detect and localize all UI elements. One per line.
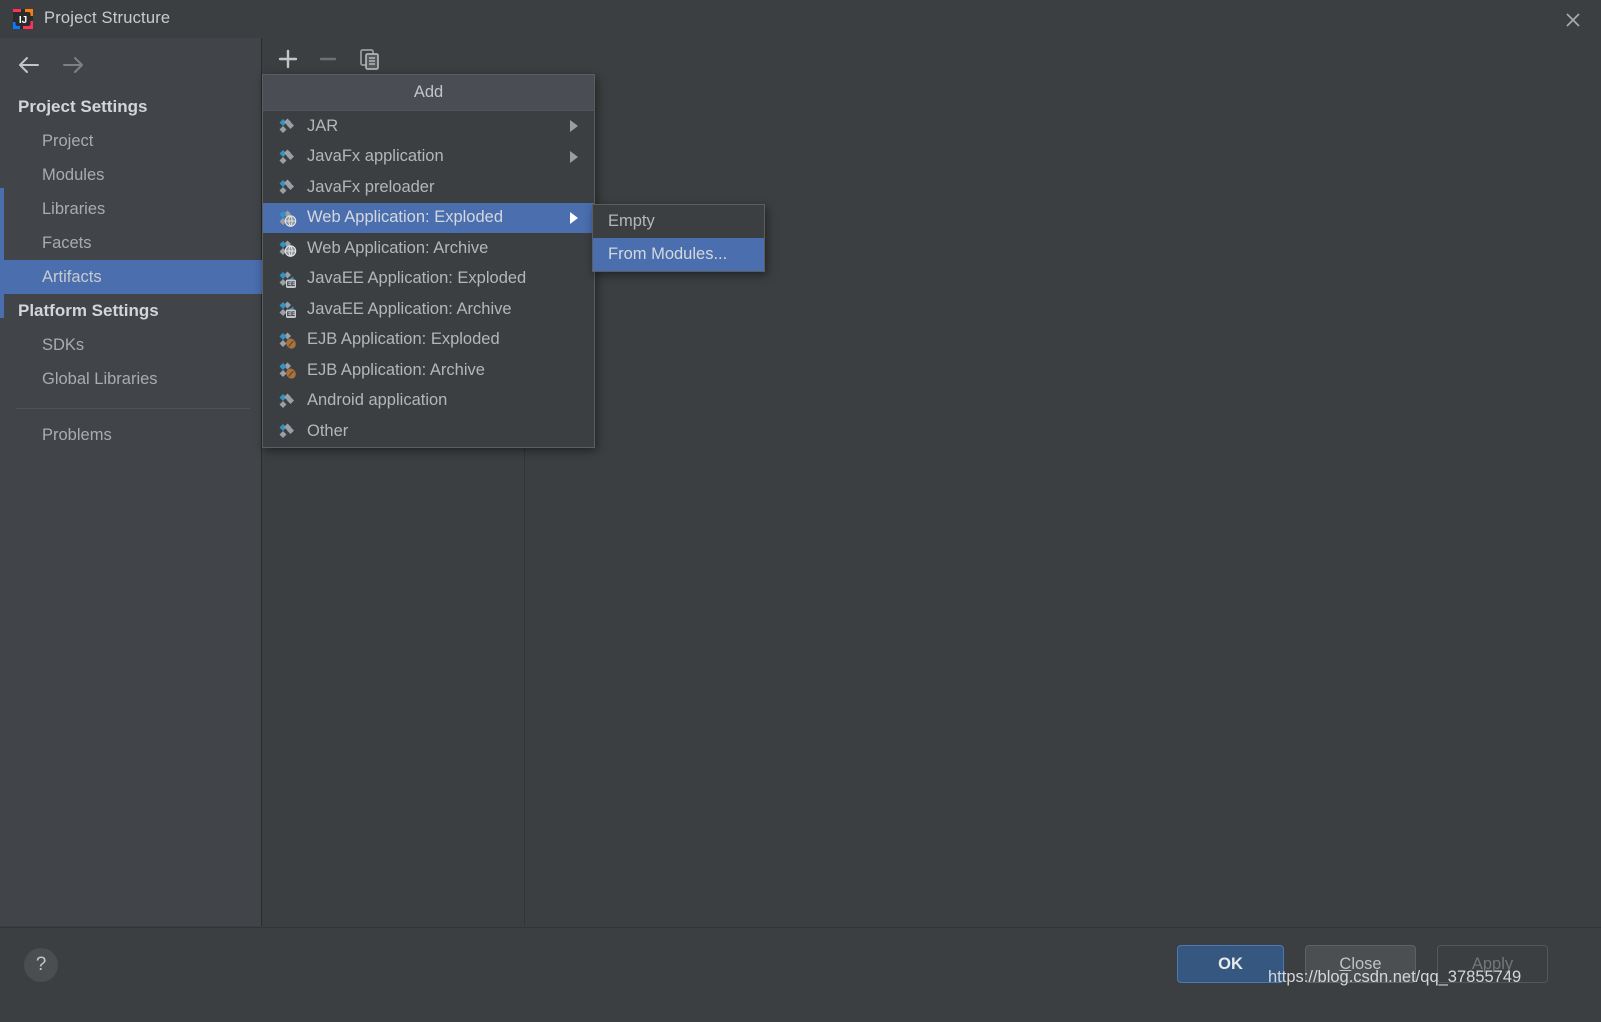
artifact-web-icon (277, 208, 297, 228)
sidebar-item-libraries[interactable]: Libraries (0, 192, 262, 226)
menu-item-web-application-exploded[interactable]: Web Application: Exploded (263, 202, 594, 233)
sidebar-item-sdks[interactable]: SDKs (0, 328, 262, 362)
svg-text:IJ: IJ (19, 15, 27, 26)
copy-icon[interactable] (355, 45, 383, 73)
menu-item-ejb-application-archive[interactable]: EJB Application: Archive (263, 355, 594, 386)
minus-icon (314, 45, 342, 73)
help-icon[interactable]: ? (24, 948, 58, 982)
chevron-right-icon (570, 150, 578, 163)
apply-button-label: Apply (1471, 954, 1514, 973)
artifact-web-icon (277, 238, 297, 258)
svg-text:EE: EE (287, 281, 295, 288)
artifact-icon (277, 391, 297, 411)
ok-button[interactable]: OK (1177, 945, 1284, 983)
menu-item-ejb-application-exploded[interactable]: EJB Application: Exploded (263, 325, 594, 356)
sidebar-item-label: Problems (42, 425, 112, 444)
menu-item-label: Web Application: Exploded (307, 208, 503, 227)
menu-item-label: EJB Application: Exploded (307, 330, 500, 349)
menu-item-label: JavaFx application (307, 147, 444, 166)
sidebar-item-problems[interactable]: Problems (0, 418, 262, 452)
window-title: Project Structure (44, 9, 171, 27)
submenu-item-from-modules[interactable]: From Modules... (593, 238, 764, 271)
chevron-right-icon (570, 211, 578, 224)
artifact-icon (277, 116, 297, 136)
add-artifact-menu: Add JAR JavaFx application JavaFx preloa… (262, 74, 595, 448)
sidebar-item-global-libraries[interactable]: Global Libraries (0, 362, 262, 396)
menu-item-label: Other (307, 421, 349, 440)
chevron-right-icon (570, 120, 578, 133)
web-application-exploded-submenu: Empty From Modules... (592, 204, 765, 272)
menu-item-label: JAR (307, 116, 339, 135)
intellij-idea-logo-icon: IJ (12, 8, 34, 30)
artifact-icon (277, 177, 297, 197)
project-structure-dialog: IJ Project Structure Project Settings Pr… (0, 0, 1601, 1022)
menu-item-javaee-application-archive[interactable]: EE JavaEE Application: Archive (263, 294, 594, 325)
sidebar-item-project[interactable]: Project (0, 124, 262, 158)
apply-button: Apply (1437, 945, 1548, 983)
sidebar-item-label: Artifacts (42, 267, 102, 286)
menu-item-javaee-application-exploded[interactable]: EE JavaEE Application: Exploded (263, 264, 594, 295)
artifact-ejb-icon (277, 330, 297, 350)
menu-item-android-application[interactable]: Android application (263, 386, 594, 417)
dialog-button-bar: ? OK Close Apply (0, 927, 1601, 1022)
menu-item-jar[interactable]: JAR (263, 111, 594, 142)
ok-button-label: OK (1218, 954, 1243, 973)
close-button-label: Close (1339, 954, 1382, 973)
menu-item-web-application-archive[interactable]: Web Application: Archive (263, 233, 594, 264)
arrow-right-icon[interactable] (58, 52, 92, 78)
artifact-icon (277, 421, 297, 441)
close-button[interactable]: Close (1305, 945, 1416, 983)
menu-item-label: JavaEE Application: Archive (307, 299, 512, 318)
arrow-left-icon[interactable] (14, 52, 48, 78)
artifact-ejb-icon (277, 360, 297, 380)
sidebar-item-facets[interactable]: Facets (0, 226, 262, 260)
sidebar-group-project-settings: Project Settings (18, 97, 148, 116)
menu-header: Add (263, 75, 594, 111)
submenu-item-label: Empty (608, 212, 655, 230)
menu-item-label: JavaEE Application: Exploded (307, 269, 527, 288)
plus-icon[interactable] (274, 45, 302, 73)
sidebar-item-label: Libraries (42, 199, 106, 218)
sidebar-divider (16, 408, 250, 409)
artifact-javaee-icon: EE (277, 269, 297, 289)
settings-sidebar: Project Settings Project Modules Librari… (0, 38, 262, 926)
title-bar: IJ Project Structure (0, 0, 1601, 38)
menu-item-javafx-preloader[interactable]: JavaFx preloader (263, 172, 594, 203)
sidebar-item-label: Modules (42, 165, 105, 184)
submenu-item-empty[interactable]: Empty (593, 205, 764, 238)
navigation-arrows (10, 46, 130, 86)
menu-item-label: Android application (307, 391, 448, 410)
sidebar-item-artifacts[interactable]: Artifacts (0, 260, 262, 294)
artifact-icon (277, 147, 297, 167)
menu-item-other[interactable]: Other (263, 416, 594, 447)
sidebar-group-platform-settings: Platform Settings (18, 301, 159, 320)
sidebar-item-modules[interactable]: Modules (0, 158, 262, 192)
sidebar-item-label: Facets (42, 233, 92, 252)
submenu-item-label: From Modules... (608, 245, 728, 263)
sidebar-item-label: SDKs (42, 335, 85, 354)
menu-item-label: EJB Application: Archive (307, 360, 485, 379)
menu-item-javafx-application[interactable]: JavaFx application (263, 142, 594, 173)
sidebar-item-label: Global Libraries (42, 369, 158, 388)
menu-item-label: Web Application: Archive (307, 238, 489, 257)
help-label: ? (35, 954, 47, 975)
artifact-javaee-icon: EE (277, 299, 297, 319)
close-icon[interactable] (1561, 8, 1585, 32)
sidebar-item-label: Project (42, 131, 94, 150)
svg-text:EE: EE (287, 311, 295, 318)
menu-item-label: JavaFx preloader (307, 177, 435, 196)
artifacts-toolbar (263, 38, 1601, 78)
